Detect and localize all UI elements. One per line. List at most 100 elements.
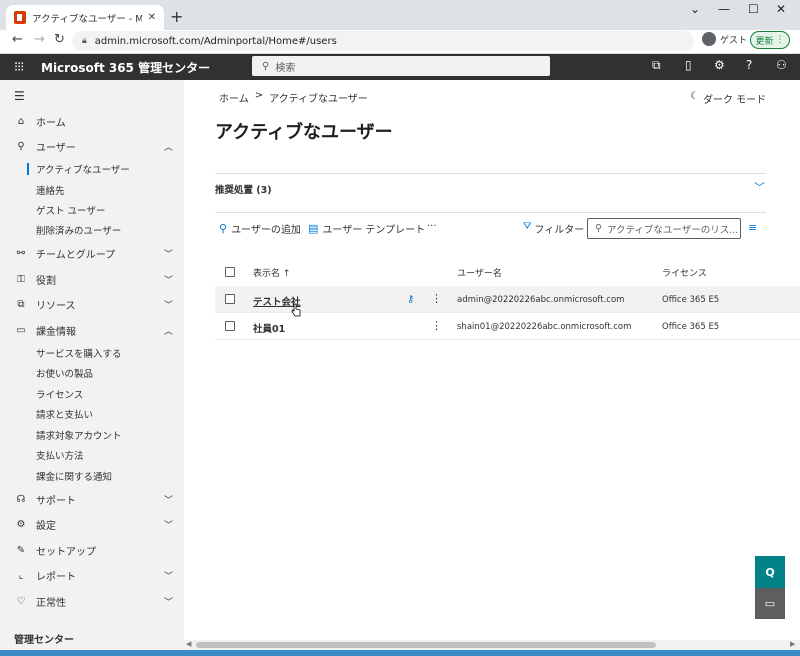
browser-tab-bar: アクティブなユーザー - Microsoft 365 ✕ + ⌄ — ☐ ✕ — [0, 0, 800, 30]
more-vertical-icon[interactable]: ⋮ — [431, 292, 442, 305]
reload-icon[interactable]: ↻ — [54, 32, 65, 47]
nav-active-users-label: アクティブなユーザー — [36, 165, 130, 176]
group-icon: ⚯ — [16, 247, 26, 259]
nav-roles[interactable]: ⚿ 役割 ﹀ — [0, 269, 184, 289]
account-icon[interactable]: ⚇ — [776, 58, 787, 72]
user-display-name[interactable]: 社員01 — [253, 321, 285, 335]
global-search-box[interactable]: ⚲ 検索 — [252, 56, 550, 76]
terminal-icon[interactable]: ⧉ — [652, 58, 661, 73]
app-title[interactable]: Microsoft 365 管理センター — [41, 59, 210, 76]
user-search-input[interactable]: ⚲ アクティブなユーザーのリス... — [587, 218, 741, 239]
column-display-name[interactable]: 表示名 ↑ — [253, 266, 290, 279]
horizontal-scrollbar[interactable]: ◀ ▶ — [184, 640, 800, 650]
chevron-down-icon: ﹀ — [164, 275, 174, 286]
nav-bills-payments[interactable]: 請求と支払い — [0, 405, 184, 423]
maximize-icon[interactable]: ☐ — [748, 2, 759, 16]
nav-active-users[interactable]: アクティブなユーザー — [0, 160, 184, 178]
new-tab-button[interactable]: + — [170, 7, 183, 26]
chevron-down-icon: ﹀ — [164, 520, 174, 531]
settings-gear-icon[interactable]: ⚙ — [714, 58, 725, 72]
nav-support-label: サポート — [36, 495, 76, 507]
profile-label: ゲスト — [720, 35, 748, 46]
mobile-icon[interactable]: ▯ — [685, 58, 692, 72]
nav-support[interactable]: ☊ サポート ﹀ — [0, 489, 184, 509]
user-template-button[interactable]: ▤ ユーザー テンプレート — [308, 221, 425, 236]
hand-cursor-icon — [291, 303, 301, 317]
chevron-down-icon: ﹀ — [164, 300, 174, 311]
active-indicator — [27, 163, 29, 175]
nav-teams-groups-label: チームとグループ — [36, 249, 116, 261]
nav-deleted-users[interactable]: 削除済みのユーザー — [0, 221, 184, 239]
nav-licenses[interactable]: ライセンス — [0, 385, 184, 403]
row-checkbox[interactable] — [225, 294, 235, 304]
hamburger-menu-icon[interactable]: ☰ — [14, 89, 25, 103]
minimize-icon[interactable]: — — [718, 2, 730, 16]
nav-health[interactable]: ♡ 正常性 ﹀ — [0, 591, 184, 611]
more-commands-label: ··· — [427, 221, 437, 232]
app-launcher-icon[interactable]: ⁝⁝⁝ — [14, 60, 24, 75]
divider — [215, 173, 766, 174]
nav-your-products[interactable]: お使いの製品 — [0, 364, 184, 382]
recommended-actions[interactable]: 推奨処置 (3) — [215, 182, 272, 196]
nav-contacts-label: 連絡先 — [36, 186, 65, 197]
feedback-button[interactable]: ▭ — [755, 588, 785, 619]
tab-close-icon[interactable]: ✕ — [148, 12, 156, 23]
taskbar-edge — [0, 650, 800, 656]
nav-users[interactable]: ⚲ ユーザー ︿ — [0, 136, 184, 156]
update-button[interactable]: 更新 ⋮ — [750, 31, 790, 49]
nav-billing[interactable]: ▭ 課金情報 ︿ — [0, 320, 184, 340]
help-assistant-button[interactable]: Q — [755, 556, 785, 588]
profile-button[interactable]: ゲスト — [702, 32, 747, 46]
scrollbar-thumb[interactable] — [196, 642, 656, 648]
role-icon: ⚿ — [17, 273, 25, 285]
nav-settings[interactable]: ⚙ 設定 ﹀ — [0, 514, 184, 534]
nav-setup[interactable]: ✎ セットアップ — [0, 540, 184, 560]
search-icon: ⚲ — [262, 60, 270, 72]
select-all-checkbox[interactable] — [225, 267, 235, 277]
tab-title: アクティブなユーザー - Microsoft 365 — [32, 13, 142, 25]
forward-arrow-icon[interactable]: → — [34, 32, 45, 47]
table-row[interactable]: 社員01 ⋮ shain01@20220226abc.onmicrosoft.c… — [215, 313, 800, 340]
office-favicon-icon — [14, 11, 26, 24]
more-vertical-icon[interactable]: ⋮ — [431, 319, 442, 332]
nav-resources[interactable]: ⧉ リソース ﹀ — [0, 294, 184, 314]
chevron-down-icon[interactable]: ﹀ — [754, 179, 765, 195]
back-arrow-icon[interactable]: ← — [12, 32, 23, 47]
nav-billing-notifications[interactable]: 課金に関する通知 — [0, 467, 184, 485]
address-bar[interactable]: 🔒︎ admin.microsoft.com/Adminportal/Home#… — [72, 31, 694, 51]
nav-billing-accounts[interactable]: 請求対象アカウント — [0, 426, 184, 444]
filter-button[interactable]: ⛛ フィルター — [523, 221, 584, 236]
help-icon[interactable]: ? — [746, 58, 752, 72]
breadcrumb-separator: > — [254, 90, 264, 101]
column-license[interactable]: ライセンス — [662, 266, 707, 279]
reset-password-key-icon[interactable]: ⚷ — [407, 294, 414, 305]
app-header: ⁝⁝⁝ Microsoft 365 管理センター ⚲ 検索 ⧉ ▯ ⚙ ? ⚇ — [0, 54, 800, 80]
user-username: admin@20220226abc.onmicrosoft.com — [457, 295, 625, 305]
scroll-left-icon[interactable]: ◀ — [186, 640, 191, 648]
filter-icon: ⛛ — [523, 221, 532, 232]
nav-reports[interactable]: ⌞ レポート ﹀ — [0, 565, 184, 585]
list-options-icon[interactable]: ≡ — [748, 221, 757, 234]
nav-home[interactable]: ⌂ ホーム — [0, 111, 184, 131]
user-license: Office 365 E5 — [662, 322, 720, 332]
nav-purchase-services[interactable]: サービスを購入する — [0, 344, 184, 362]
breadcrumb-home[interactable]: ホーム — [219, 90, 249, 105]
nav-roles-label: 役割 — [36, 275, 56, 287]
browser-tab[interactable]: アクティブなユーザー - Microsoft 365 ✕ — [6, 5, 164, 30]
window-close-icon[interactable]: ✕ — [776, 2, 786, 16]
nav-payment-methods[interactable]: 支払い方法 — [0, 446, 184, 464]
dark-mode-toggle[interactable]: ☾ ダーク モード — [690, 91, 766, 106]
row-checkbox[interactable] — [225, 321, 235, 331]
nav-teams-groups[interactable]: ⚯ チームとグループ ﹀ — [0, 243, 184, 263]
nav-guest-users[interactable]: ゲスト ユーザー — [0, 201, 184, 219]
column-username[interactable]: ユーザー名 — [457, 266, 502, 279]
chevron-down-icon[interactable]: ⌄ — [690, 2, 700, 16]
user-icon: ⚲ — [17, 140, 25, 152]
scroll-right-icon[interactable]: ▶ — [790, 640, 795, 648]
more-commands-button[interactable]: ··· — [427, 221, 437, 232]
home-icon: ⌂ — [17, 115, 25, 127]
table-row[interactable]: テスト会社 ⚷ ⋮ admin@20220226abc.onmicrosoft.… — [215, 286, 800, 313]
breadcrumb: ホーム > アクティブなユーザー — [219, 90, 368, 105]
add-user-button[interactable]: ⚲ ユーザーの追加 — [219, 221, 301, 236]
nav-contacts[interactable]: 連絡先 — [0, 181, 184, 199]
